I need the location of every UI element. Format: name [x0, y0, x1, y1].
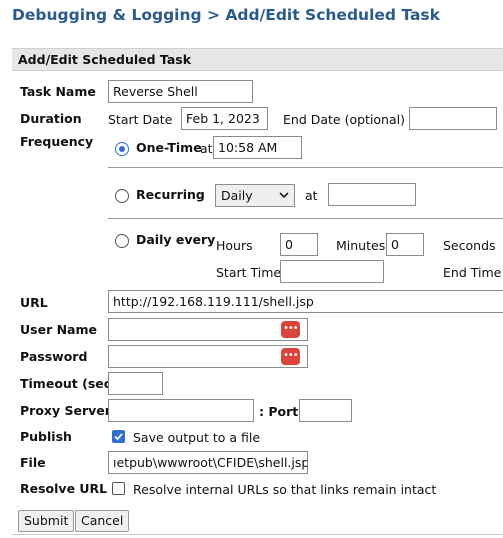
recurring-label: Recurring [136, 187, 205, 202]
task-name-label: Task Name [20, 84, 96, 99]
seconds-label: Seconds [443, 238, 496, 253]
task-name-input[interactable]: Reverse Shell [108, 80, 253, 103]
onetime-label: One-Time [136, 140, 202, 155]
frequency-divider-2 [108, 218, 503, 219]
onetime-radio[interactable] [115, 142, 129, 156]
onetime-time-input[interactable]: 10:58 AM [213, 136, 302, 159]
start-time-label: Start Time [216, 265, 282, 280]
password-label: Password [20, 349, 88, 364]
minutes-label: Minutes [336, 238, 386, 253]
username-label: User Name [20, 322, 97, 337]
onetime-at-label: at [200, 141, 213, 156]
end-date-label: End Date (optional) [283, 112, 405, 127]
minutes-input[interactable]: 0 [386, 233, 424, 256]
password-manager-icon[interactable] [281, 321, 300, 338]
end-date-input[interactable] [409, 107, 497, 130]
footer-divider [12, 534, 503, 535]
daily-radio[interactable] [115, 234, 129, 248]
publish-checkbox-label: Save output to a file [133, 430, 261, 445]
recurring-interval-value: Daily [221, 188, 253, 203]
resolve-url-checkbox[interactable] [112, 482, 125, 495]
frequency-divider-1 [108, 167, 503, 168]
submit-button[interactable]: Submit [18, 510, 75, 532]
proxy-server-input[interactable] [108, 399, 254, 422]
cancel-button[interactable]: Cancel [75, 510, 130, 532]
panel-title: Add/Edit Scheduled Task [18, 52, 192, 67]
proxy-port-input[interactable] [299, 399, 352, 422]
publish-checkbox[interactable] [112, 430, 125, 443]
resolve-url-label: Resolve URL [20, 481, 108, 496]
chevron-down-icon [279, 192, 289, 199]
recurring-radio[interactable] [115, 189, 129, 203]
timeout-label: Timeout (sec) [20, 376, 117, 391]
proxy-port-label: : Port [259, 404, 299, 419]
publish-label: Publish [20, 429, 72, 444]
username-input[interactable] [108, 318, 308, 341]
file-input[interactable]: ıetpub\wwwroot\CFIDE\shell.jsp [108, 451, 308, 474]
url-label: URL [20, 295, 48, 310]
frequency-label: Frequency [20, 134, 94, 149]
checkmark-icon [114, 433, 123, 441]
duration-label: Duration [20, 111, 82, 126]
password-manager-icon[interactable] [281, 348, 300, 365]
start-date-label: Start Date [108, 112, 173, 127]
start-date-input[interactable]: Feb 1, 2023 [181, 107, 268, 130]
file-label: File [20, 455, 46, 470]
recurring-time-input[interactable] [328, 183, 416, 206]
timeout-input[interactable] [108, 372, 163, 395]
recurring-at-label: at [305, 188, 318, 203]
end-time-label: End Time [443, 265, 502, 280]
page-title: Debugging & Logging > Add/Edit Scheduled… [12, 6, 440, 24]
daily-label: Daily every [136, 232, 216, 247]
url-input[interactable]: http://192.168.119.111/shell.jsp [108, 290, 503, 313]
hours-input[interactable]: 0 [280, 233, 318, 256]
proxy-server-label: Proxy Server [20, 403, 111, 418]
start-time-input[interactable] [280, 260, 384, 283]
resolve-url-checkbox-label: Resolve internal URLs so that links rema… [133, 482, 437, 497]
hours-label: Hours [216, 238, 253, 253]
password-input[interactable] [108, 345, 308, 368]
